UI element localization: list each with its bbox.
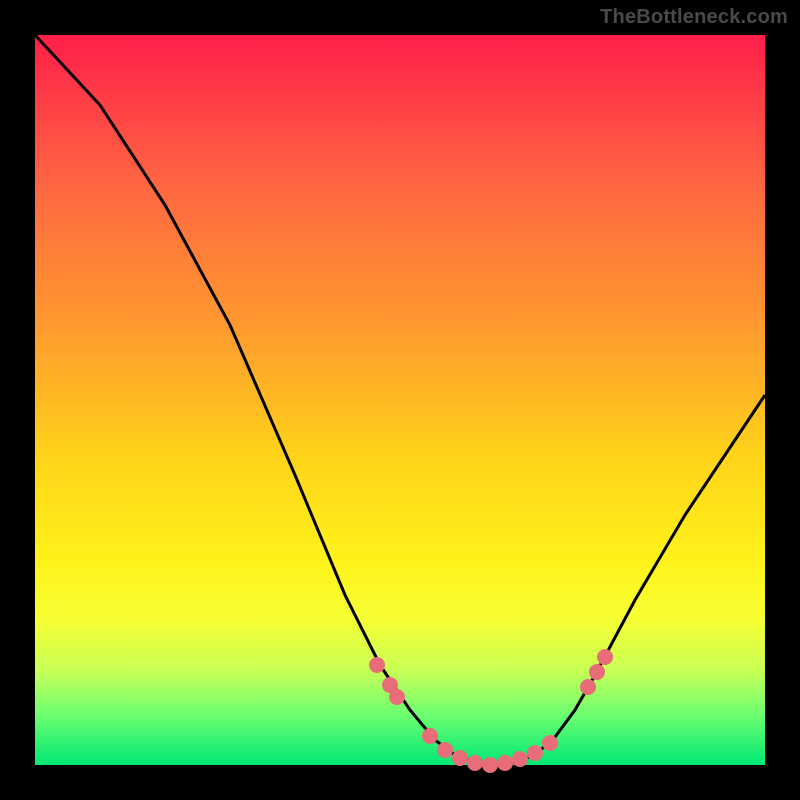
curve-marker: [437, 742, 453, 758]
curve-marker: [389, 689, 405, 705]
curve-marker: [527, 745, 543, 761]
curve-marker: [482, 757, 498, 773]
curve-marker: [422, 728, 438, 744]
curve-marker: [512, 751, 528, 767]
chart-svg: [35, 35, 765, 765]
watermark-text: TheBottleneck.com: [600, 6, 788, 29]
chart-frame: TheBottleneck.com: [0, 0, 800, 800]
bottleneck-curve: [35, 35, 765, 765]
highlight-markers: [369, 649, 613, 773]
curve-marker: [589, 664, 605, 680]
curve-marker: [497, 755, 513, 771]
curve-marker: [369, 657, 385, 673]
curve-marker: [467, 755, 483, 771]
curve-marker: [580, 679, 596, 695]
curve-marker: [597, 649, 613, 665]
curve-marker: [452, 750, 468, 766]
curve-marker: [542, 735, 558, 751]
